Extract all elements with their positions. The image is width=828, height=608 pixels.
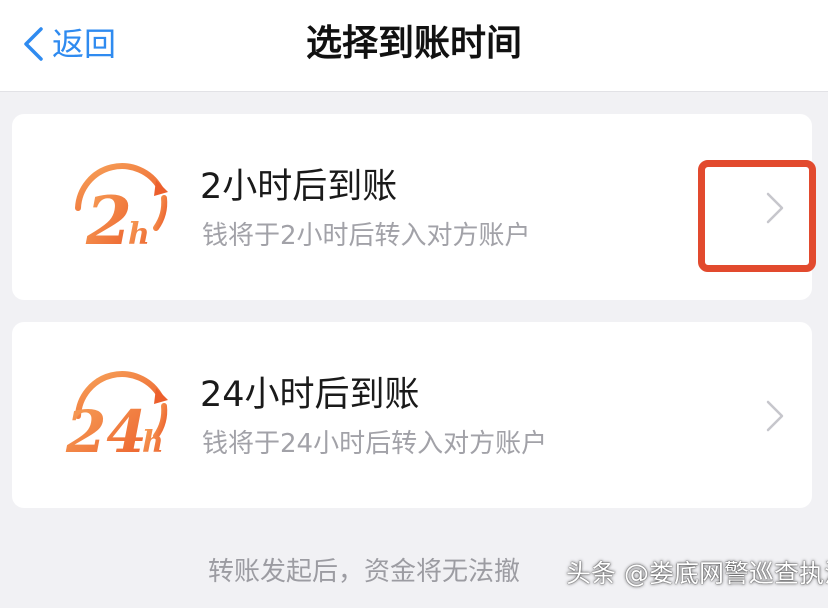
option-title: 2小时后到账 <box>200 167 398 207</box>
badge-number: 24 <box>65 398 147 462</box>
badge-unit: h <box>142 425 164 460</box>
watermark: 头条 @娄底网警巡查执法 <box>566 559 828 588</box>
option-title: 24小时后到账 <box>200 375 420 415</box>
option-2-hours[interactable]: 2 h 2小时后到账 钱将于2小时后转入对方账户 <box>12 114 812 300</box>
option-24-hours[interactable]: 24 h 24小时后到账 钱将于24小时后转入对方账户 <box>12 322 812 508</box>
highlight-box <box>698 160 816 272</box>
badge-unit: h <box>128 217 150 252</box>
clock-24h-icon: 24 h <box>65 371 168 462</box>
clock-2h-icon: 2 h <box>75 163 168 254</box>
option-subtitle: 钱将于24小时后转入对方账户 <box>202 429 548 459</box>
page-title: 选择到账时间 <box>305 23 522 64</box>
navigation-bar: 返回 选择到账时间 <box>0 0 828 92</box>
chevron-right-icon <box>766 400 784 432</box>
badge-number: 2 <box>85 182 132 254</box>
transfer-notice: 转账发起后，资金将无法撤 <box>208 557 521 587</box>
option-subtitle: 钱将于2小时后转入对方账户 <box>202 221 531 251</box>
